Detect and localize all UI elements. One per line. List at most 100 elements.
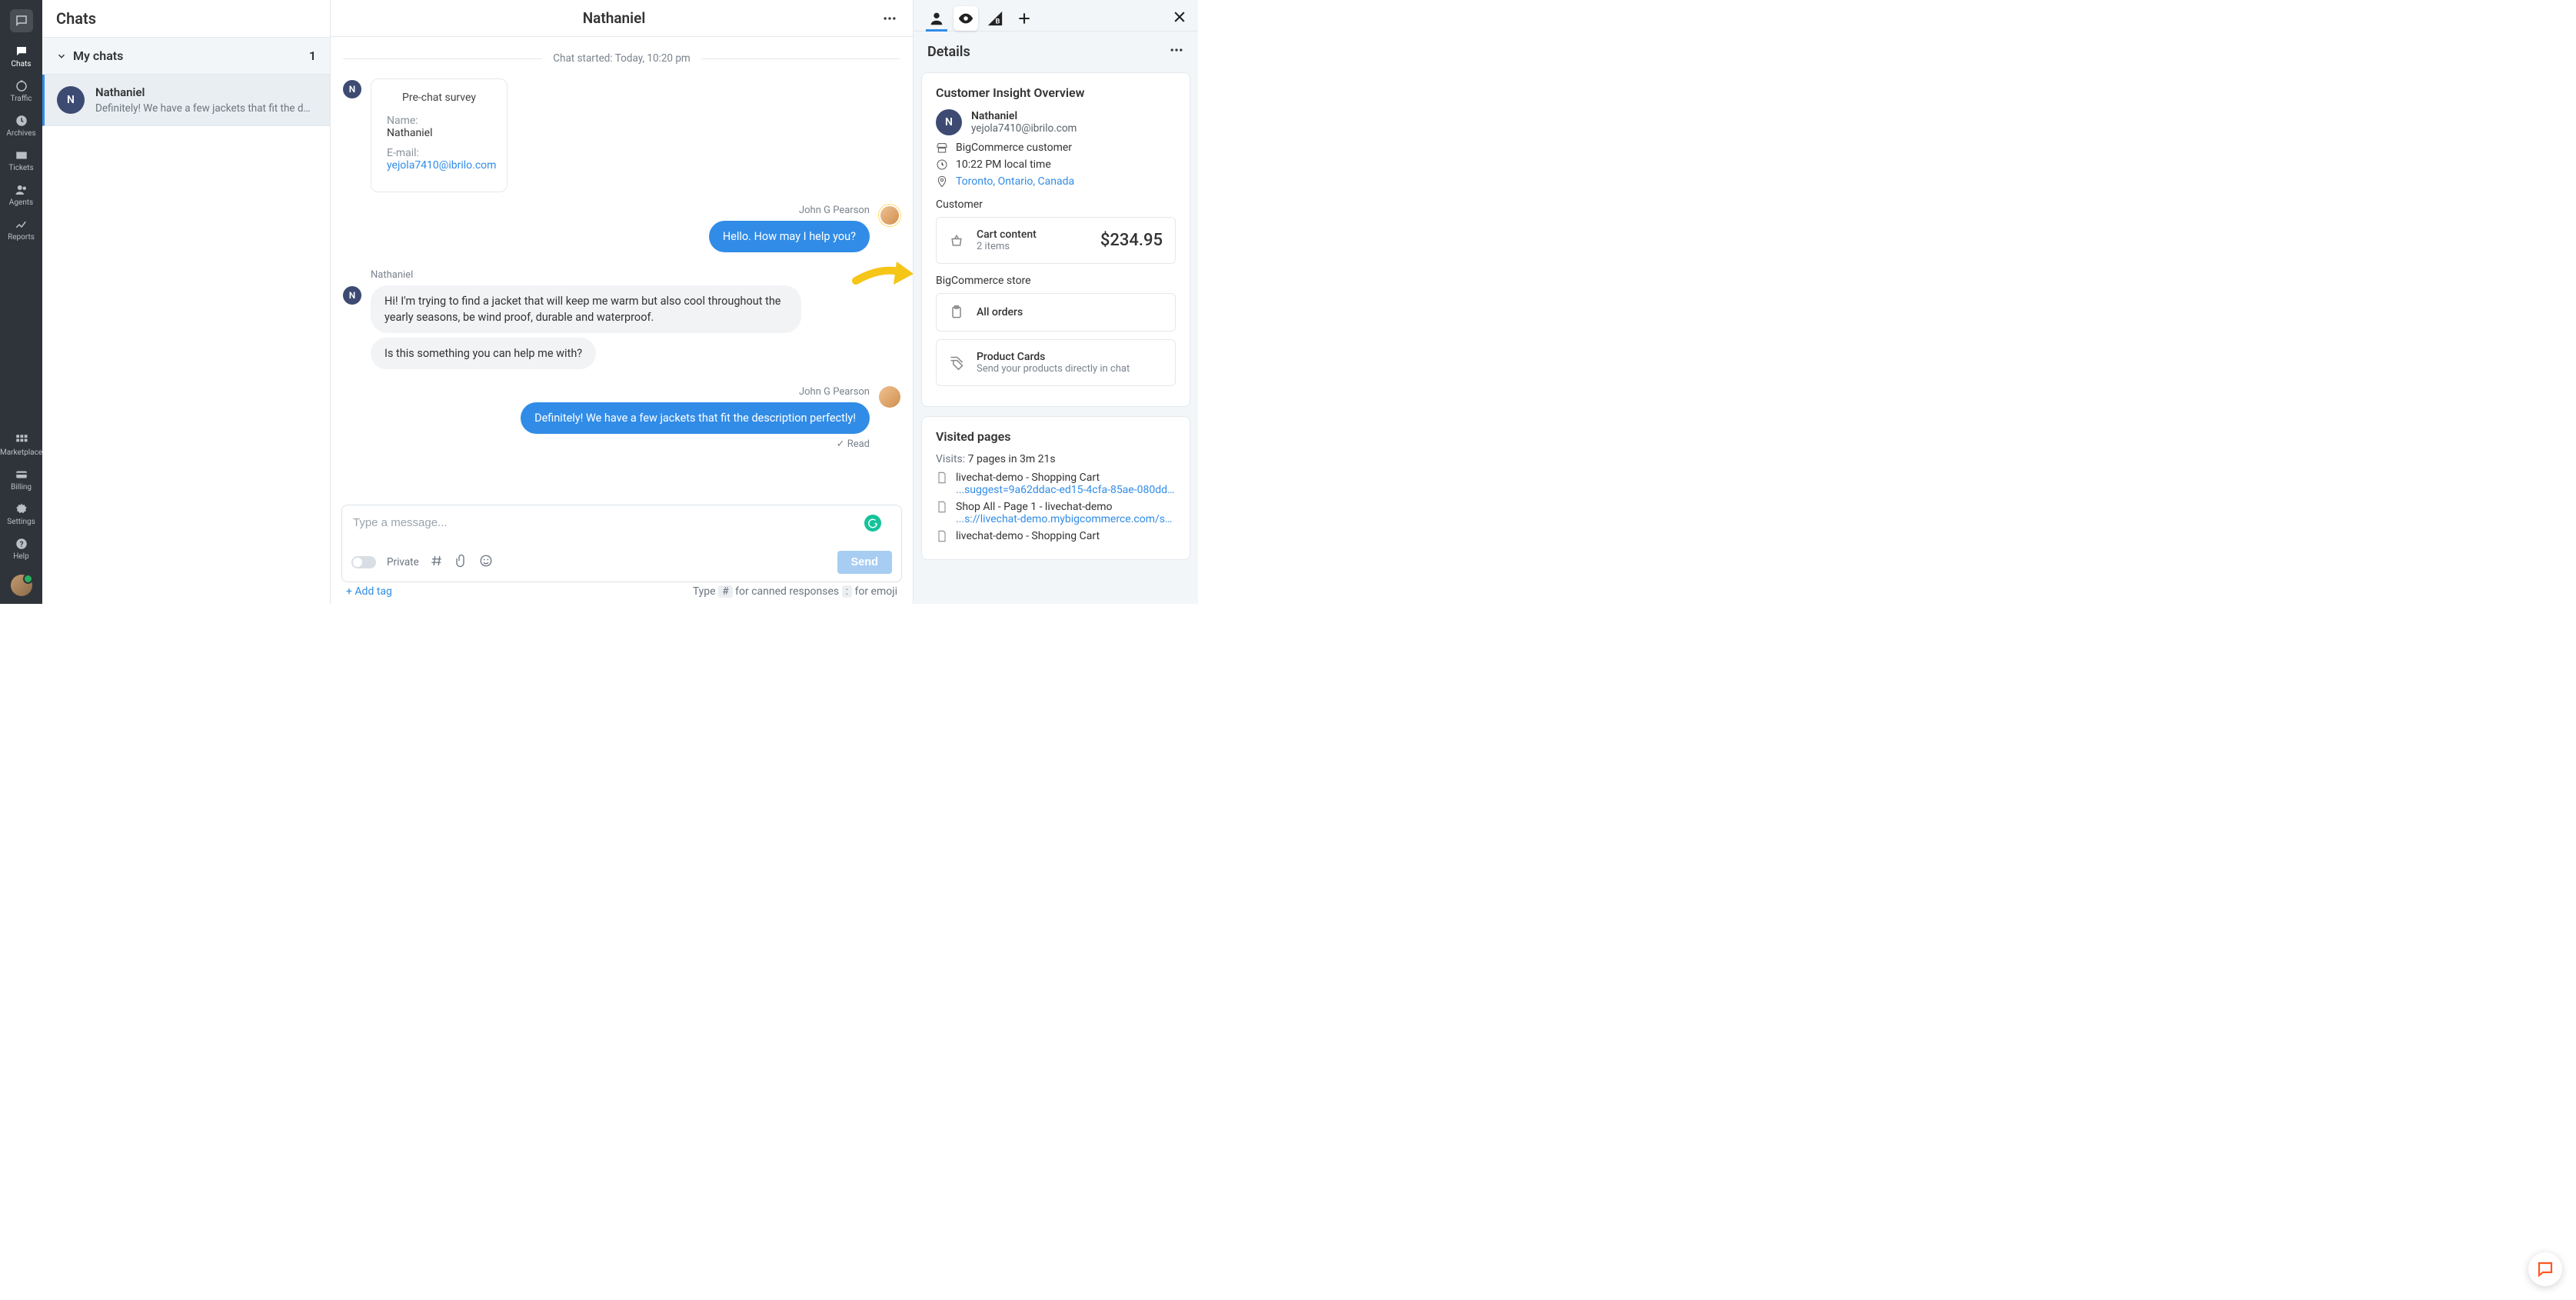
chat-bubble-icon xyxy=(2536,1260,2554,1278)
chat-pane: Nathaniel Chat started: Today, 10:20 pm … xyxy=(331,0,914,604)
grammarly-icon[interactable] xyxy=(864,515,881,532)
close-icon xyxy=(1172,9,1187,25)
private-label: Private xyxy=(387,556,419,568)
customer-avatar: N xyxy=(936,109,962,135)
svg-text:B: B xyxy=(995,18,1000,25)
more-icon[interactable] xyxy=(1169,42,1184,62)
nav-billing[interactable]: Billing xyxy=(0,463,42,498)
chat-start-divider: Chat started: Today, 10:20 pm xyxy=(343,52,900,65)
all-orders-card[interactable]: All orders xyxy=(936,293,1176,332)
current-user-avatar[interactable] xyxy=(11,575,32,596)
tag-icon xyxy=(949,355,964,371)
tab-add[interactable] xyxy=(1012,6,1037,31)
customer-insight-card: Customer Insight Overview N Nathaniel ye… xyxy=(921,72,1190,407)
bigcommerce-icon: B xyxy=(987,10,1003,27)
tickets-icon xyxy=(14,148,29,162)
app-logo xyxy=(10,9,33,32)
clock-icon xyxy=(936,158,948,171)
chat-group-my-chats[interactable]: My chats 1 xyxy=(42,38,330,75)
details-column: B Details Customer Insight Overview N Na… xyxy=(914,0,1198,604)
chat-group-count: 1 xyxy=(309,48,316,63)
marketplace-icon xyxy=(14,433,29,447)
hash-key-hint: # xyxy=(718,585,733,598)
location-icon xyxy=(936,175,948,188)
chat-list-header: Chats xyxy=(42,0,330,38)
customer-location[interactable]: Toronto, Ontario, Canada xyxy=(936,175,1176,188)
survey-heading: Pre-chat survey xyxy=(387,92,491,104)
customer-message-block: N Nathaniel Hi! I'm trying to find a jac… xyxy=(343,269,900,374)
customer-platform: BigCommerce customer xyxy=(936,142,1176,154)
page-icon xyxy=(936,472,948,484)
tab-bigcommerce[interactable]: B xyxy=(983,6,1007,31)
emoji-icon[interactable] xyxy=(479,554,493,571)
visited-heading: Visited pages xyxy=(936,429,1176,444)
chat-item-name: Nathaniel xyxy=(95,85,311,99)
visited-page-url[interactable]: ...suggest=9a62ddac-ed15-4cfa-85ae-080dd… xyxy=(956,484,1176,496)
visited-page-item[interactable]: livechat-demo - Shopping Cart ...suggest… xyxy=(936,472,1176,496)
person-icon xyxy=(928,10,945,27)
insight-heading: Customer Insight Overview xyxy=(936,85,1176,100)
reports-icon xyxy=(14,218,29,232)
nav-marketplace[interactable]: Marketplace xyxy=(0,428,42,463)
send-button[interactable]: Send xyxy=(837,551,892,574)
chat-list-column: Chats My chats 1 N Nathaniel Definitely!… xyxy=(42,0,331,604)
agent-sender-label: John G Pearson xyxy=(709,205,870,216)
chat-list-item[interactable]: N Nathaniel Definitely! We have a few ja… xyxy=(42,75,330,126)
visited-page-item[interactable]: Shop All - Page 1 - livechat-demo ...s:/… xyxy=(936,501,1176,525)
nav-traffic[interactable]: Traffic xyxy=(0,75,42,109)
product-cards-title: Product Cards xyxy=(977,351,1130,363)
more-icon[interactable] xyxy=(882,11,897,26)
add-tag-link[interactable]: + Add tag xyxy=(346,585,392,598)
read-receipt: Read xyxy=(521,438,870,450)
close-details-button[interactable] xyxy=(1172,9,1187,28)
agent-avatar xyxy=(879,386,900,408)
nav-reports[interactable]: Reports xyxy=(0,213,42,248)
hash-icon[interactable] xyxy=(430,554,444,571)
nav-tickets[interactable]: Tickets xyxy=(0,144,42,178)
survey-email-value[interactable]: yejola7410@ibrilo.com xyxy=(387,159,491,172)
chats-icon xyxy=(14,45,29,58)
page-icon xyxy=(936,530,948,542)
private-toggle[interactable] xyxy=(351,556,376,568)
customer-section-label: Customer xyxy=(936,198,1176,211)
visited-page-title: livechat-demo - Shopping Cart xyxy=(956,472,1100,484)
agent-bubble: Definitely! We have a few jackets that f… xyxy=(521,402,870,434)
visited-page-item[interactable]: livechat-demo - Shopping Cart xyxy=(936,530,1176,542)
nav-chats[interactable]: Chats xyxy=(0,40,42,75)
help-icon: ? xyxy=(14,537,29,551)
agent-avatar xyxy=(879,205,900,226)
nav-archives[interactable]: Archives xyxy=(0,109,42,144)
store-section-label: BigCommerce store xyxy=(936,275,1176,287)
chat-body: Chat started: Today, 10:20 pm N Pre-chat… xyxy=(331,37,913,505)
customer-bubble: Hi! I'm trying to find a jacket that wil… xyxy=(371,285,801,333)
attachment-icon[interactable] xyxy=(454,554,468,571)
tab-person[interactable] xyxy=(924,6,949,31)
eye-icon xyxy=(957,10,974,27)
nav-agents[interactable]: Agents xyxy=(0,178,42,213)
tab-insight[interactable] xyxy=(954,6,978,31)
billing-icon xyxy=(14,468,29,482)
floating-chat-button[interactable] xyxy=(2528,1252,2562,1286)
product-cards-card[interactable]: Product Cards Send your products directl… xyxy=(936,339,1176,386)
customer-avatar-small: N xyxy=(343,80,361,98)
agent-sender-label: John G Pearson xyxy=(521,386,870,398)
agent-message-1: John G Pearson Hello. How may I help you… xyxy=(343,205,900,257)
nav-settings[interactable]: Settings xyxy=(0,498,42,532)
details-body: Customer Insight Overview N Nathaniel ye… xyxy=(914,72,1198,604)
cart-content-card[interactable]: Cart content 2 items $234.95 xyxy=(936,217,1176,264)
colon-key-hint: : xyxy=(842,585,852,598)
survey-name-value: Nathaniel xyxy=(387,127,491,139)
chat-item-preview: Definitely! We have a few jackets that f… xyxy=(95,102,311,115)
visited-page-url[interactable]: ...s://livechat-demo.mybigcommerce.com/s… xyxy=(956,513,1176,525)
chat-title: Nathaniel xyxy=(346,9,882,27)
pre-chat-survey: Pre-chat survey Name: Nathaniel E-mail: … xyxy=(371,78,508,192)
cart-amount: $234.95 xyxy=(1100,231,1163,250)
store-icon xyxy=(936,142,948,154)
nav-help[interactable]: ? Help xyxy=(0,532,42,567)
customer-email: yejola7410@ibrilo.com xyxy=(971,122,1077,135)
message-input[interactable] xyxy=(351,513,892,532)
traffic-icon xyxy=(14,79,29,93)
customer-bubble: Is this something you can help me with? xyxy=(371,338,596,369)
customer-avatar-small: N xyxy=(343,286,361,305)
chevron-down-icon xyxy=(56,51,67,62)
